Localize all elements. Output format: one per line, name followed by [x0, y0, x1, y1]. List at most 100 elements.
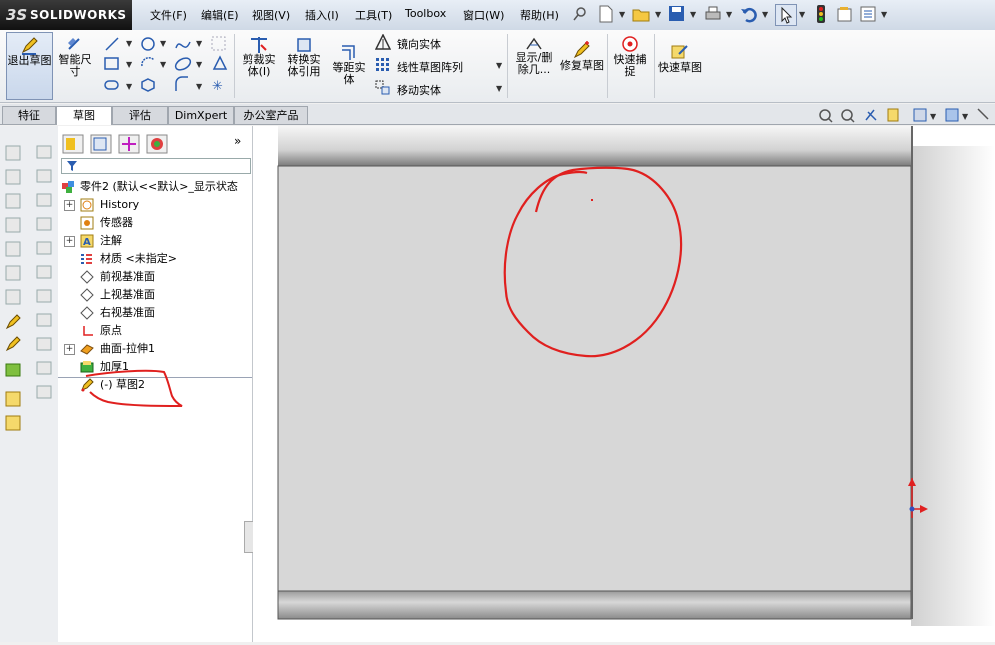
- plane-icon: [80, 306, 94, 320]
- left-toolbar-icons[interactable]: [0, 126, 58, 436]
- text-icon: [212, 55, 228, 70]
- command-manager-tabs: 特征 草图 评估 DimXpert 办公室产品 ▼ ▼: [0, 104, 995, 125]
- sweep-icon: [5, 193, 21, 209]
- tree-item-sensors[interactable]: 传感器: [58, 214, 252, 232]
- save-icon[interactable]: [668, 5, 686, 23]
- filter-field[interactable]: [61, 158, 251, 174]
- tree-item-origin[interactable]: 原点: [58, 322, 252, 340]
- repair-sketch-button[interactable]: 修复草图: [560, 32, 604, 98]
- menu-tools[interactable]: 工具(T): [355, 7, 392, 23]
- chevron-down-icon[interactable]: ▼: [799, 10, 805, 19]
- tab-office-products[interactable]: 办公室产品: [234, 106, 308, 124]
- linear-pattern-button[interactable]: 线性草图阵列: [397, 59, 463, 75]
- tree-item-annotations[interactable]: + A 注解: [58, 232, 252, 250]
- menu-insert[interactable]: 插入(I): [305, 7, 339, 23]
- tab-sketch[interactable]: 草图: [56, 106, 112, 125]
- tree-item-label: 前视基准面: [100, 270, 155, 283]
- move-entities-button[interactable]: 移动实体: [397, 82, 441, 98]
- tab-evaluate[interactable]: 评估: [112, 106, 168, 124]
- select-button[interactable]: [775, 4, 797, 26]
- traffic-light-icon[interactable]: [815, 4, 827, 24]
- model-face: [277, 165, 912, 592]
- origin-icon: [83, 326, 93, 336]
- graphics-area[interactable]: [253, 126, 995, 642]
- move-entities-icon: [375, 80, 390, 95]
- open-folder-icon[interactable]: [632, 5, 650, 23]
- chevron-down-icon[interactable]: ▼: [762, 10, 768, 19]
- layer-2-icon: [5, 415, 21, 431]
- expand-panel-icon[interactable]: »: [234, 134, 241, 148]
- tree-item-front-plane[interactable]: 前视基准面: [58, 268, 252, 286]
- linear-pattern-icon: [376, 58, 389, 71]
- pin-icon[interactable]: [572, 6, 588, 22]
- polygon-icon: [141, 78, 155, 92]
- menu-toolbox[interactable]: Toolbox: [405, 7, 446, 20]
- print-icon[interactable]: [704, 5, 722, 23]
- tree-item-material[interactable]: 材质 <未指定>: [58, 250, 252, 268]
- new-document-icon[interactable]: [598, 5, 614, 23]
- tree-item-top-plane[interactable]: 上视基准面: [58, 286, 252, 304]
- expand-icon[interactable]: +: [64, 236, 75, 247]
- ellipse-icon: [174, 57, 192, 71]
- quick-snaps-button[interactable]: 快速捕捉: [610, 32, 650, 98]
- sketch-tools-grid[interactable]: ▼ ▼ ▼ ▼ ▼ ▼ ▼ ▼ ✳: [102, 36, 232, 98]
- arc-icon: [141, 57, 155, 67]
- smart-dimension-button[interactable]: 智能尺寸: [55, 32, 95, 98]
- cut-icon: [5, 265, 21, 281]
- menu-window[interactable]: 窗口(W): [463, 7, 504, 23]
- tree-item-right-plane[interactable]: 右视基准面: [58, 304, 252, 322]
- table-icon: [36, 145, 52, 159]
- line-icon: [105, 37, 119, 51]
- svg-text:▼: ▼: [126, 39, 133, 48]
- menu-help[interactable]: 帮助(H): [520, 7, 559, 23]
- tree-root[interactable]: 零件2 (默认<<默认>_显示状态: [58, 178, 252, 196]
- trim-icon: [251, 37, 267, 53]
- tree-item-label: 曲面-拉伸1: [100, 342, 155, 355]
- chevron-down-icon[interactable]: ▼: [726, 10, 732, 19]
- chevron-down-icon[interactable]: ▼: [690, 10, 696, 19]
- chevron-down-icon[interactable]: ▼: [496, 84, 502, 93]
- tree-item-surface-extrude[interactable]: + 曲面-拉伸1: [58, 340, 252, 358]
- svg-text:▼: ▼: [126, 60, 133, 69]
- cursor-icon: [781, 6, 793, 24]
- chevron-down-icon[interactable]: ▼: [619, 10, 625, 19]
- expand-icon[interactable]: +: [64, 200, 75, 211]
- file-properties-icon[interactable]: [836, 5, 854, 23]
- heads-up-view-toolbar[interactable]: ▼ ▼: [816, 106, 992, 124]
- exit-sketch-icon: [21, 37, 38, 55]
- menu-view[interactable]: 视图(V): [252, 7, 290, 23]
- expand-icon[interactable]: +: [64, 344, 75, 355]
- title-bar: 3S SOLIDWORKS 文件(F) 编辑(E) 视图(V) 插入(I) 工具…: [0, 0, 995, 31]
- options-icon[interactable]: [859, 5, 877, 23]
- tab-dimxpert[interactable]: DimXpert: [168, 106, 234, 124]
- tab-features[interactable]: 特征: [2, 106, 56, 124]
- solidworks-logo[interactable]: 3S SOLIDWORKS: [0, 0, 132, 30]
- undo-icon[interactable]: [740, 5, 758, 23]
- chevron-down-icon[interactable]: ▼: [496, 61, 502, 70]
- left-toolbar: [0, 126, 59, 642]
- mirror-entities-button[interactable]: 镜向实体: [397, 36, 441, 52]
- menu-file[interactable]: 文件(F): [150, 7, 187, 23]
- separator: [507, 34, 508, 98]
- history-icon: [80, 198, 94, 212]
- svg-text:A: A: [83, 237, 91, 248]
- offset-entities-button[interactable]: 等距实体: [329, 32, 369, 98]
- command-manager: 退出草图 智能尺寸 ▼ ▼ ▼ ▼ ▼ ▼ ▼ ▼ ✳ 剪裁实体(I) 转换实体…: [0, 30, 995, 103]
- rapid-sketch-button[interactable]: 快速草图: [657, 32, 703, 98]
- chevron-down-icon[interactable]: ▼: [655, 10, 661, 19]
- logo-prefix: 3S: [6, 6, 28, 24]
- menu-edit[interactable]: 编辑(E): [201, 7, 239, 23]
- offset-entities-icon: [342, 45, 355, 60]
- svg-text:▼: ▼: [126, 82, 133, 91]
- tree-item-history[interactable]: + History: [58, 196, 252, 214]
- hide-show-icon: [977, 108, 989, 120]
- svg-text:▼: ▼: [962, 112, 969, 121]
- chevron-down-icon[interactable]: ▼: [881, 10, 887, 19]
- show-delete-relations-button[interactable]: 显示/删除几...: [511, 32, 557, 98]
- exit-sketch-button[interactable]: 退出草图: [6, 32, 53, 100]
- sensor-icon: [80, 216, 94, 230]
- tree-item-label: 注解: [100, 234, 122, 247]
- convert-entities-button[interactable]: 转换实体引用: [283, 32, 325, 98]
- model-top-band: [278, 126, 911, 166]
- trim-button[interactable]: 剪裁实体(I): [238, 32, 280, 98]
